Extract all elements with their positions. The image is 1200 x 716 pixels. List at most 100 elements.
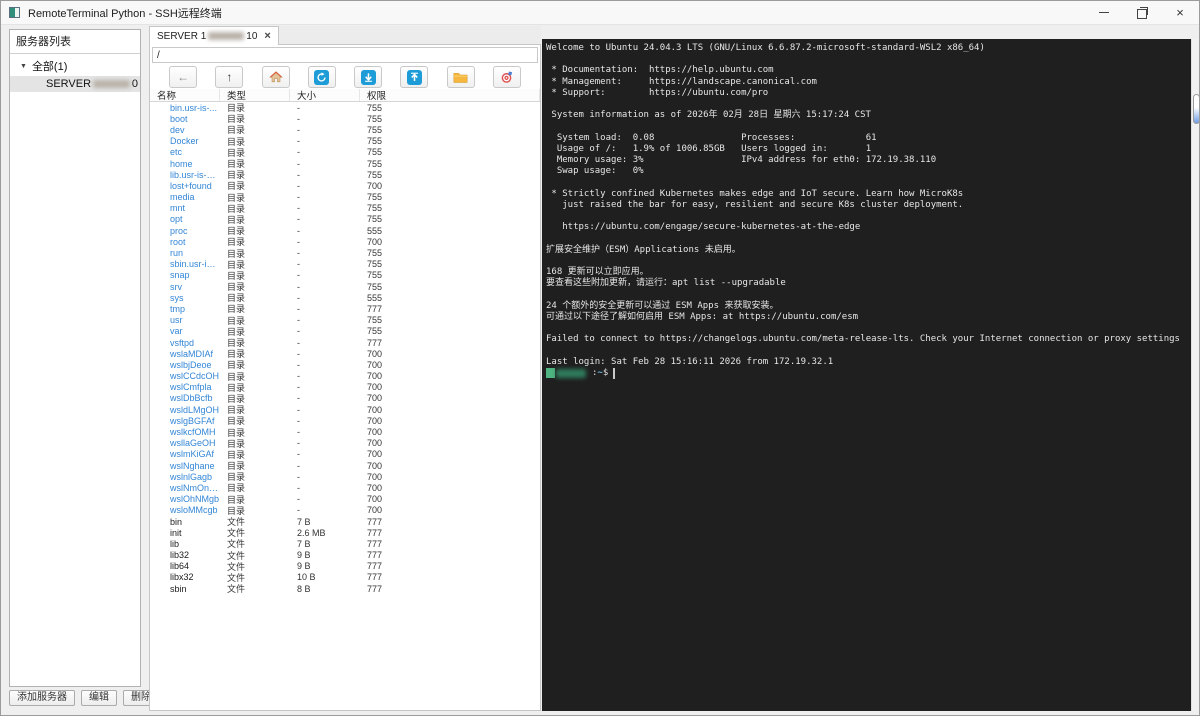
file-row[interactable]: wslDbBcfb 目录 - 700 xyxy=(150,393,540,404)
file-row[interactable]: libx32 文件 10 B 777 xyxy=(150,572,540,583)
file-perm: 700 xyxy=(367,371,383,382)
file-row[interactable]: media 目录 - 755 xyxy=(150,192,540,203)
file-row[interactable]: wsldLMgOH 目录 - 700 xyxy=(150,404,540,416)
toolbar-home-button[interactable] xyxy=(261,66,290,88)
file-row[interactable]: wslbjDeoe 目录 - 700 xyxy=(150,359,540,371)
add-server-button[interactable]: 添加服务器 xyxy=(9,690,75,706)
tree-root-label: 全部(1) xyxy=(31,61,68,73)
file-row[interactable]: run 目录 - 755 xyxy=(150,247,540,259)
file-name: lib64 xyxy=(170,561,190,572)
file-row[interactable]: wslNmOnNH 目录 - 700 xyxy=(150,482,540,494)
file-perm: 700 xyxy=(367,382,383,393)
close-button[interactable]: × xyxy=(1161,1,1199,24)
toolbar-upload-button[interactable] xyxy=(400,66,429,88)
file-perm: 755 xyxy=(367,214,383,225)
file-name: wslOhNMgb xyxy=(170,494,220,505)
file-row[interactable]: wslkcfOMH 目录 - 700 xyxy=(150,426,540,438)
file-name: home xyxy=(170,158,193,169)
file-row[interactable]: proc 目录 - 555 xyxy=(150,225,540,237)
file-row[interactable]: lib64 文件 9 B 777 xyxy=(150,561,540,572)
path-input[interactable] xyxy=(152,47,538,63)
file-row[interactable]: init 文件 2.6 MB 777 xyxy=(150,527,540,539)
terminal[interactable]: Welcome to Ubuntu 24.04.3 LTS (GNU/Linux… xyxy=(542,39,1191,711)
close-icon: × xyxy=(1176,5,1184,20)
file-size: - xyxy=(297,404,300,415)
tab-close-icon[interactable]: × xyxy=(264,30,270,42)
prompt-dollar: $ xyxy=(602,367,609,378)
file-row[interactable]: wsloMMcgb 目录 - 700 xyxy=(150,505,540,516)
file-row[interactable]: var 目录 - 755 xyxy=(150,326,540,337)
terminal-scrollbar-thumb[interactable] xyxy=(1193,94,1199,124)
file-size: - xyxy=(297,460,300,471)
column-header-size[interactable]: 大小 xyxy=(290,89,360,101)
file-row[interactable]: wslOhNMgb 目录 - 700 xyxy=(150,494,540,505)
file-row[interactable]: home 目录 - 755 xyxy=(150,158,540,170)
file-name: usr xyxy=(170,315,183,326)
column-header-type[interactable]: 类型 xyxy=(220,89,290,101)
toolbar-target-button[interactable] xyxy=(492,66,521,88)
file-row[interactable]: sbin.usr-is-... 目录 - 755 xyxy=(150,259,540,270)
file-row[interactable]: wslnlGagb 目录 - 700 xyxy=(150,471,540,483)
file-size: - xyxy=(297,303,300,314)
toolbar-folder-button[interactable] xyxy=(446,66,475,88)
file-size: - xyxy=(297,169,300,180)
upload-icon xyxy=(406,69,422,85)
tab-server-session[interactable]: SERVER 1 10 × xyxy=(149,26,279,45)
server-list-header: 服务器列表 xyxy=(10,30,140,54)
column-header-perm[interactable]: 权限 xyxy=(360,89,540,101)
edit-server-button[interactable]: 编辑 xyxy=(81,690,117,706)
file-row[interactable]: mnt 目录 - 755 xyxy=(150,203,540,214)
file-row[interactable]: wslmKiGAf 目录 - 700 xyxy=(150,449,540,460)
file-row[interactable]: wslaMDIAf 目录 - 700 xyxy=(150,348,540,360)
file-row[interactable]: snap 目录 - 755 xyxy=(150,270,540,281)
file-name: wsldLMgOH xyxy=(170,404,220,415)
toolbar-back-button[interactable]: ← xyxy=(169,66,198,88)
file-row[interactable]: wsllaGeOH 目录 - 700 xyxy=(150,438,540,449)
minimize-button[interactable] xyxy=(1085,1,1123,24)
file-size: - xyxy=(297,180,300,191)
file-row[interactable]: lib.usr-is-m... 目录 - 755 xyxy=(150,169,540,181)
server-actions: 添加服务器 编辑 删除 xyxy=(9,690,159,706)
maximize-button[interactable] xyxy=(1123,1,1161,24)
file-row[interactable]: lib 文件 7 B 777 xyxy=(150,538,540,550)
toolbar-up-button[interactable]: ↑ xyxy=(215,66,244,88)
file-name: Docker xyxy=(170,136,199,147)
file-row[interactable]: root 目录 - 700 xyxy=(150,236,540,248)
file-row[interactable]: vsftpd 目录 - 777 xyxy=(150,337,540,349)
file-size: 10 B xyxy=(297,572,316,583)
file-row[interactable]: wslCCdcOH 目录 - 700 xyxy=(150,371,540,382)
tree-item-all-servers[interactable]: ▼ 全部(1) xyxy=(10,54,140,76)
file-panel-body: ← ↑ 名称 类型 大小 权限 bin.usr-is-... 目录 - 755 b… xyxy=(149,45,541,711)
file-name: sbin xyxy=(170,583,187,594)
file-row[interactable]: srv 目录 - 755 xyxy=(150,281,540,293)
tree-item-server[interactable]: SERVER 0 xyxy=(10,76,140,92)
toolbar-download-button[interactable] xyxy=(354,66,383,88)
file-row[interactable]: wslgBGFAf 目录 - 700 xyxy=(150,415,540,427)
column-header-name[interactable]: 名称 xyxy=(150,89,220,101)
file-row[interactable]: etc 目录 - 755 xyxy=(150,147,540,158)
file-row[interactable]: bin.usr-is-... 目录 - 755 xyxy=(150,102,540,114)
file-row[interactable]: wslNghane 目录 - 700 xyxy=(150,460,540,472)
file-size: - xyxy=(297,270,300,281)
file-row[interactable]: tmp 目录 - 777 xyxy=(150,303,540,315)
file-row[interactable]: sbin 文件 8 B 777 xyxy=(150,583,540,595)
file-row[interactable]: sys 目录 - 555 xyxy=(150,292,540,304)
file-size: - xyxy=(297,147,300,158)
file-perm: 700 xyxy=(367,404,383,415)
file-table-body: bin.usr-is-... 目录 - 755 boot 目录 - 755 de… xyxy=(150,102,540,710)
file-row[interactable]: dev 目录 - 755 xyxy=(150,124,540,136)
file-row[interactable]: lost+found 目录 - 700 xyxy=(150,180,540,192)
file-row[interactable]: bin 文件 7 B 777 xyxy=(150,516,540,528)
file-size: - xyxy=(297,427,300,438)
file-row[interactable]: usr 目录 - 755 xyxy=(150,315,540,326)
file-row[interactable]: opt 目录 - 755 xyxy=(150,214,540,225)
file-perm: 700 xyxy=(367,471,383,482)
terminal-scrollbar[interactable] xyxy=(1191,39,1199,711)
file-row[interactable]: wslCmfpla 目录 - 700 xyxy=(150,382,540,393)
file-row[interactable]: lib32 文件 9 B 777 xyxy=(150,550,540,561)
file-perm: 700 xyxy=(367,494,383,505)
file-row[interactable]: Docker 目录 - 755 xyxy=(150,136,540,147)
download-icon xyxy=(360,69,376,85)
file-row[interactable]: boot 目录 - 755 xyxy=(150,113,540,125)
toolbar-refresh-button[interactable] xyxy=(307,66,336,88)
